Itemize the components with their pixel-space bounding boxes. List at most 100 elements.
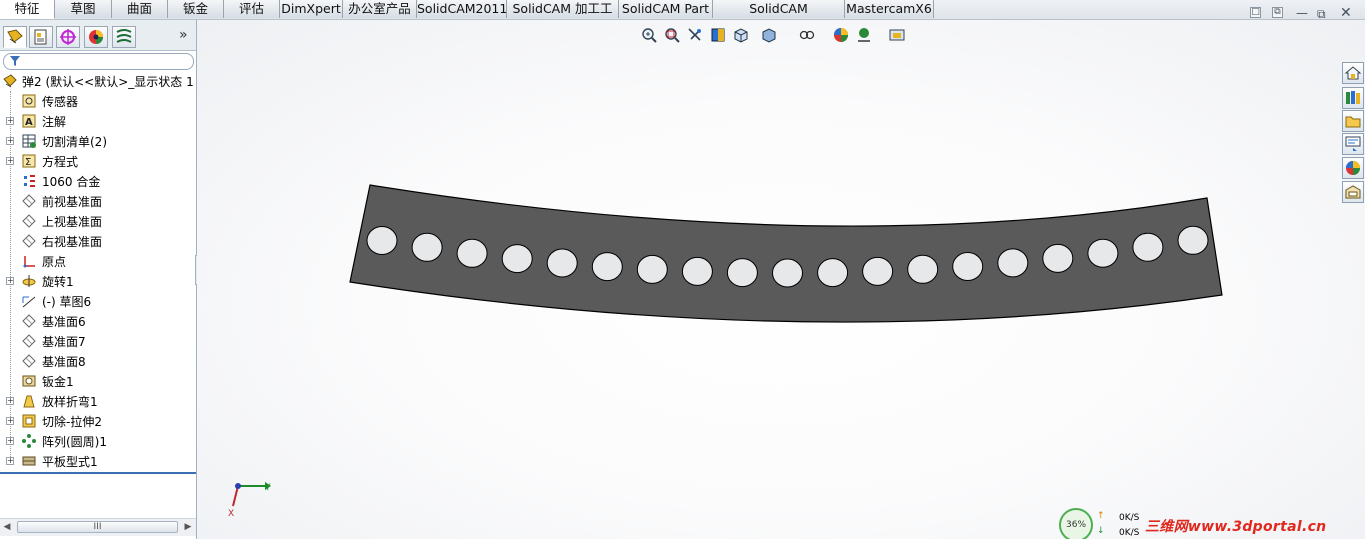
site-watermark: 三维网www.3dportal.cn <box>1145 519 1327 535</box>
solidworks-resources-icon[interactable] <box>1342 62 1364 84</box>
apply-scene-icon[interactable] <box>855 26 873 44</box>
hole[interactable] <box>1132 232 1164 262</box>
tree-item[interactable]: 基准面7 <box>0 331 196 351</box>
tree-root-part[interactable]: 弹2 (默认<<默认>_显示状态 1 <box>0 71 196 91</box>
hole[interactable] <box>456 238 488 268</box>
tree-item[interactable]: 1060 合金 <box>0 171 196 191</box>
hole[interactable] <box>772 258 803 288</box>
tree-item[interactable]: + 旋转1 <box>0 271 196 291</box>
scroll-left-icon[interactable]: ◀ <box>1 521 13 533</box>
design-library-icon[interactable] <box>1342 87 1364 109</box>
expand-icon[interactable]: + <box>6 137 14 145</box>
expand-icon[interactable]: + <box>6 417 14 425</box>
tab-7[interactable]: SolidCAM2011 <box>417 0 507 18</box>
scroll-right-icon[interactable]: ▶ <box>182 521 194 533</box>
hole[interactable] <box>817 258 849 288</box>
hole[interactable] <box>411 232 443 262</box>
tab-10[interactable]: SolidCAM Operations <box>713 0 845 34</box>
file-explorer-icon[interactable] <box>1342 110 1364 132</box>
tree-item[interactable]: + 放样折弯1 <box>0 391 196 411</box>
hole[interactable] <box>952 252 984 281</box>
tab-5[interactable]: DimXpert <box>280 0 343 18</box>
tree-item[interactable]: 传感器 <box>0 91 196 111</box>
tree-item[interactable]: 基准面6 <box>0 311 196 331</box>
feature-tree-tab-icon[interactable] <box>3 26 27 48</box>
tree-item[interactable]: + Σ 方程式 <box>0 151 196 171</box>
tree-item[interactable]: 钣金1 <box>0 371 196 391</box>
tree-item[interactable]: 基准面8 <box>0 351 196 371</box>
hide-show-items-icon[interactable] <box>798 26 816 44</box>
display-style-icon[interactable] <box>760 26 778 44</box>
hole[interactable] <box>636 254 668 284</box>
zoom-to-area-icon[interactable] <box>663 26 681 44</box>
tab-2[interactable]: 曲面 <box>112 0 168 18</box>
window-tile-icon[interactable]: ⧉ <box>1272 7 1283 18</box>
tree-item[interactable]: + 切割清单(2) <box>0 131 196 151</box>
tree-item[interactable]: + 平板型式1 <box>0 451 196 471</box>
scroll-thumb[interactable]: III <box>17 521 178 533</box>
hole[interactable] <box>591 252 623 282</box>
tree-item[interactable]: (-) 草图6 <box>0 291 196 311</box>
hole[interactable] <box>546 248 578 278</box>
hole[interactable] <box>1042 243 1074 273</box>
tab-4[interactable]: 评估 <box>224 0 280 18</box>
display-manager-tab-icon[interactable] <box>84 26 108 48</box>
tree-item[interactable]: 原点 <box>0 251 196 271</box>
tree-item[interactable]: + 切除-拉伸2 <box>0 411 196 431</box>
tab-1[interactable]: 草图 <box>55 0 112 18</box>
hole[interactable] <box>862 256 894 286</box>
expand-icon[interactable]: + <box>6 157 14 165</box>
zoom-to-fit-icon[interactable] <box>640 26 658 44</box>
dimxpert-manager-tab-icon[interactable] <box>112 26 136 48</box>
minimize-icon[interactable]: — <box>1296 7 1308 19</box>
tree-filter-input[interactable] <box>3 53 194 70</box>
edit-appearance-icon[interactable] <box>832 26 850 44</box>
view-palette-icon[interactable] <box>1342 133 1364 155</box>
hole[interactable] <box>1177 225 1209 255</box>
hole[interactable] <box>501 244 533 274</box>
previous-view-icon[interactable] <box>686 26 704 44</box>
view-settings-icon[interactable] <box>888 26 906 44</box>
appearances-scenes-icon[interactable] <box>1342 157 1364 179</box>
hole[interactable] <box>366 226 398 255</box>
tab-11[interactable]: MastercamX6 <box>845 0 934 18</box>
hole[interactable] <box>726 258 758 288</box>
expand-panel-icon[interactable]: » <box>179 27 188 43</box>
graphics-area[interactable]: Y X <box>197 20 1365 539</box>
tab-0[interactable]: 特征 <box>0 0 55 19</box>
expand-icon[interactable]: + <box>6 117 14 125</box>
tab-8[interactable]: SolidCAM 加工工程 <box>507 0 619 34</box>
tree-item-label: 平板型式1 <box>42 455 98 469</box>
tree-item[interactable]: 前视基准面 <box>0 191 196 211</box>
hole[interactable] <box>1087 238 1119 268</box>
section-view-icon[interactable] <box>709 26 727 44</box>
property-manager-tab-icon[interactable] <box>29 26 53 48</box>
view-orientation-icon[interactable] <box>732 26 750 44</box>
tree-item[interactable]: + 阵列(圆周)1 <box>0 431 196 451</box>
hole[interactable] <box>681 256 713 286</box>
window-restore-icon[interactable]: □ <box>1250 7 1261 18</box>
expand-icon[interactable]: + <box>6 437 14 445</box>
expand-icon[interactable]: + <box>6 457 14 465</box>
hole[interactable] <box>997 248 1029 278</box>
configuration-manager-tab-icon[interactable] <box>56 26 80 48</box>
maximize-icon[interactable]: ⧉ <box>1317 7 1331 21</box>
tree-root-label: 弹2 (默认<<默认>_显示状态 1 <box>22 75 194 89</box>
horizontal-scrollbar[interactable]: ◀ III ▶ <box>0 518 196 536</box>
tab-9[interactable]: SolidCAM Part <box>619 0 713 18</box>
tree-item[interactable]: 上视基准面 <box>0 211 196 231</box>
expand-icon[interactable]: + <box>6 397 14 405</box>
custom-properties-icon[interactable] <box>1342 181 1364 203</box>
panel-tabs: » <box>0 20 196 51</box>
tree-item[interactable]: + A 注解 <box>0 111 196 131</box>
close-icon[interactable]: ✕ <box>1340 5 1354 21</box>
tab-3[interactable]: 钣金 <box>168 0 224 18</box>
sheet-metal-part[interactable] <box>197 20 1365 539</box>
tab-6[interactable]: 办公室产品 <box>343 0 417 18</box>
tree-item[interactable]: 右视基准面 <box>0 231 196 251</box>
tree-item-label: 注解 <box>42 115 67 129</box>
tree-item-label: (-) 草图6 <box>42 295 92 309</box>
tree-item-label: 放样折弯1 <box>42 395 98 409</box>
hole[interactable] <box>907 254 939 284</box>
expand-icon[interactable]: + <box>6 277 14 285</box>
